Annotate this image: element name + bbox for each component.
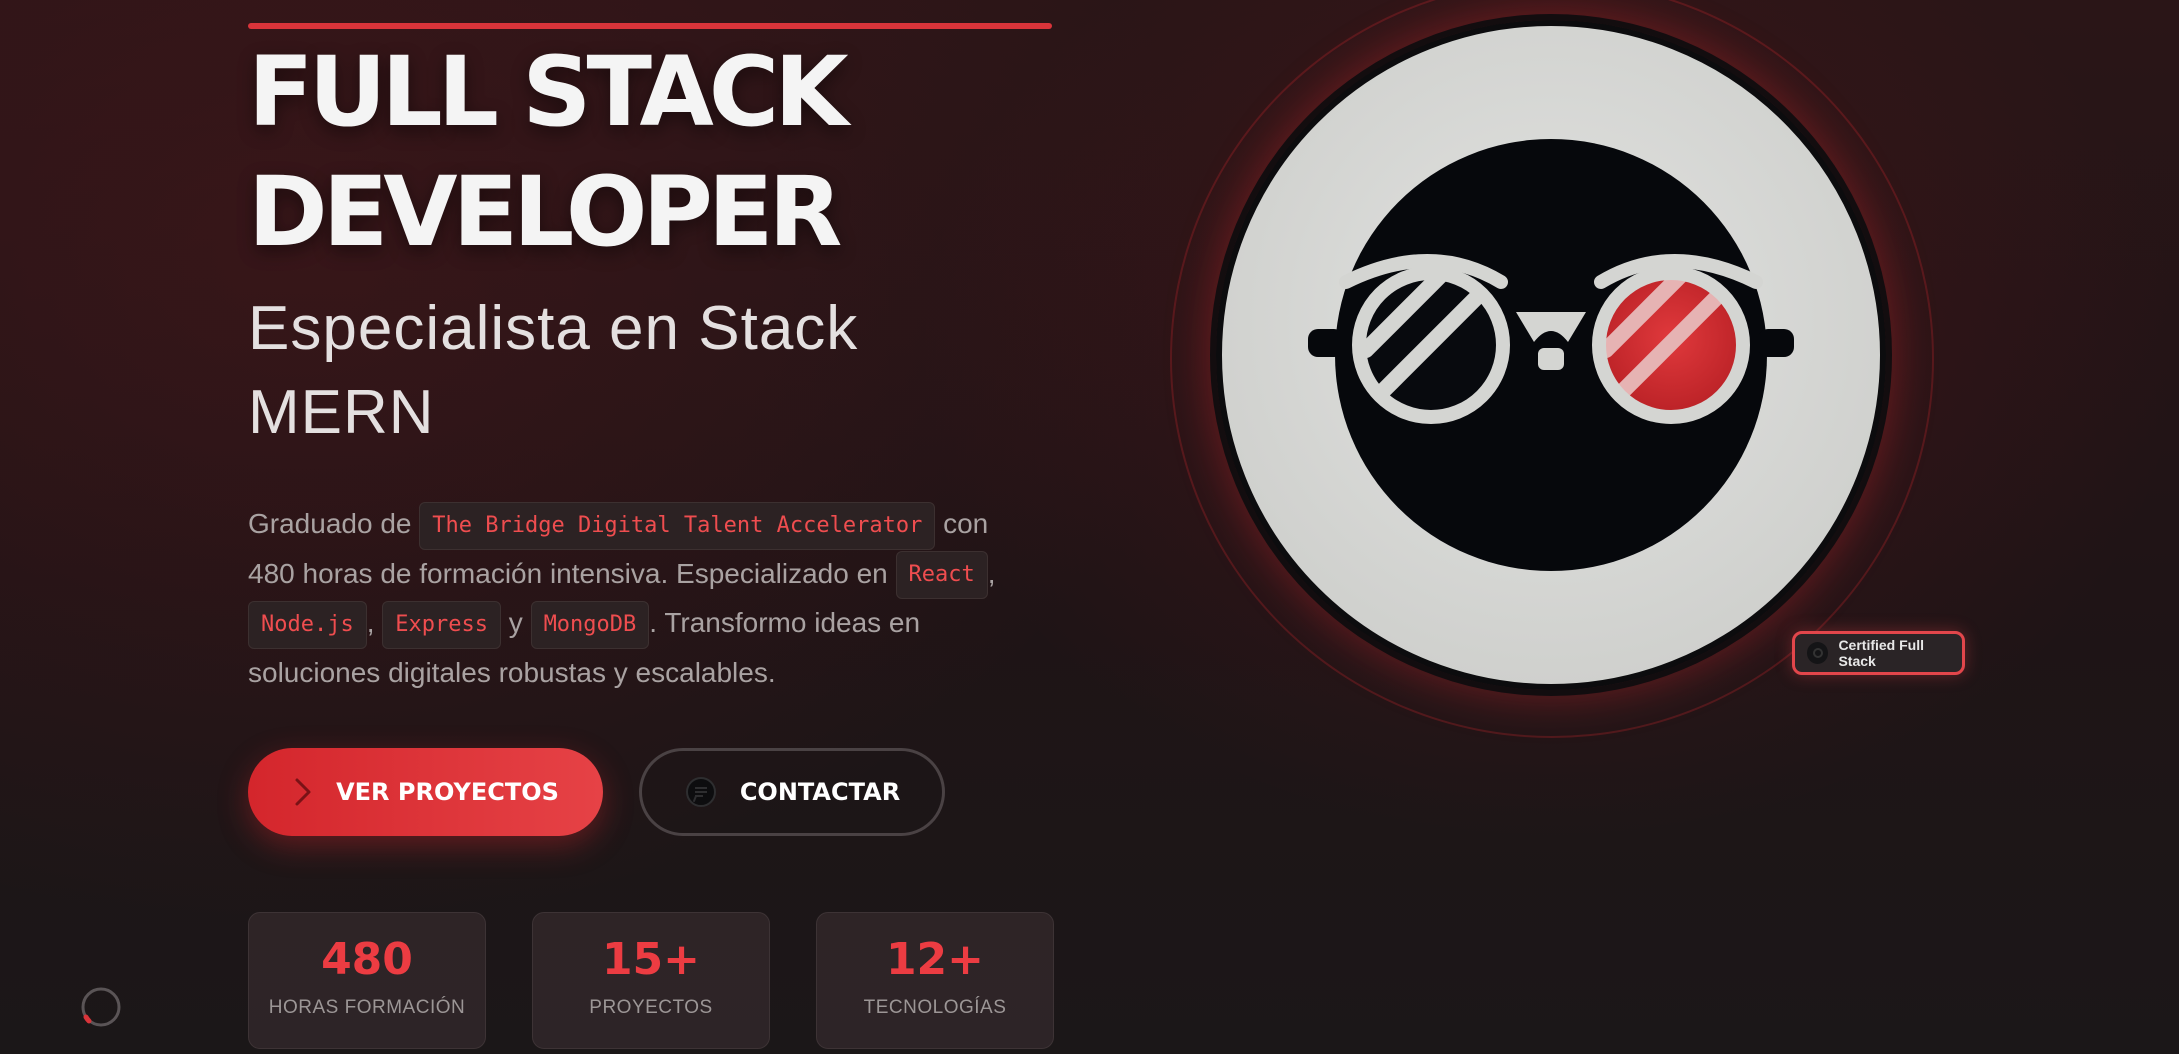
stat-value: 15+	[601, 934, 701, 985]
profile-avatar	[1216, 20, 1886, 690]
desc-sep-2: ,	[366, 607, 383, 639]
chevron-right-icon	[292, 776, 314, 808]
view-projects-label: VER PROYECTOS	[336, 778, 559, 806]
school-chip: The Bridge Digital Talent Accelerator	[419, 501, 936, 550]
desc-sep-3: y	[501, 607, 531, 639]
page-title: FULL STACK DEVELOPER	[248, 32, 849, 272]
page-subtitle: Especialista en Stack MERN	[248, 287, 948, 455]
desc-sep-1: ,	[987, 557, 996, 589]
stat-card-projects: 15+ PROYECTOS	[532, 912, 770, 1049]
tech-chip-mongodb: MongoDB	[530, 600, 650, 649]
certified-badge: Certified Full Stack	[1792, 631, 1965, 675]
subtitle-line-1: Especialista en Stack	[248, 294, 859, 363]
contact-button[interactable]: CONTACTAR	[639, 748, 945, 836]
stat-label: TECNOLOGÍAS	[863, 997, 1007, 1018]
tech-chip-react: React	[895, 551, 988, 600]
tech-chip-express: Express	[382, 600, 501, 649]
accent-rule	[248, 23, 1052, 29]
badge-label: Certified Full Stack	[1838, 637, 1924, 669]
tech-chip-nodejs: Node.js	[248, 600, 367, 649]
intro-description: Graduado de The Bridge Digital Talent Ac…	[248, 500, 1008, 696]
badge-dot-icon	[1807, 642, 1829, 664]
stat-label: PROYECTOS	[589, 997, 713, 1018]
view-projects-button[interactable]: VER PROYECTOS	[248, 748, 603, 836]
glasses-avatar-icon	[1216, 20, 1886, 690]
stat-card-hours: 480 HORAS FORMACIÓN	[248, 912, 486, 1049]
stat-card-technologies: 12+ TECNOLOGÍAS	[816, 912, 1054, 1049]
contact-label: CONTACTAR	[739, 778, 901, 806]
subtitle-line-2: MERN	[248, 378, 435, 447]
title-line-1: FULL STACK	[248, 36, 849, 148]
stat-label: HORAS FORMACIÓN	[268, 997, 466, 1018]
loading-spinner-icon	[80, 986, 122, 1028]
stat-value: 480	[321, 934, 413, 985]
desc-text-1: Graduado de	[248, 508, 420, 539]
chat-icon	[684, 775, 718, 809]
title-line-2: DEVELOPER	[248, 156, 842, 268]
stat-value: 12+	[885, 934, 985, 985]
